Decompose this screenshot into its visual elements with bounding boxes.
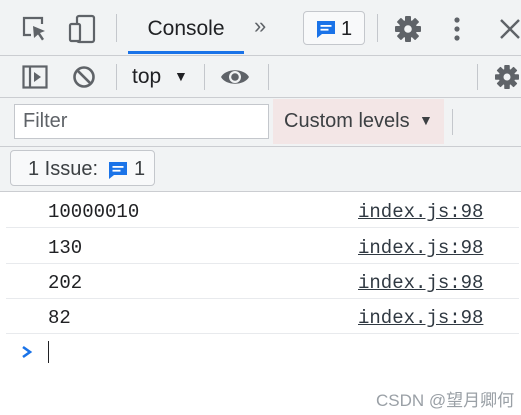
text-cursor: [48, 341, 49, 363]
chevron-down-icon: ▼: [419, 112, 433, 128]
inspect-element-icon[interactable]: [22, 16, 48, 42]
console-message-row: 82 index.js:98: [6, 299, 519, 334]
console-settings-gear-icon[interactable]: [495, 65, 519, 89]
console-message-row: 130 index.js:98: [6, 229, 519, 264]
message-icon: [317, 21, 335, 38]
tab-console[interactable]: Console: [128, 6, 244, 52]
chevron-right-icon: [22, 345, 33, 359]
divider: [204, 64, 205, 90]
sidebar-toggle-icon[interactable]: [22, 65, 48, 89]
console-message-row: 10000010 index.js:98: [6, 193, 519, 228]
source-link[interactable]: index.js:98: [358, 201, 483, 223]
eye-icon[interactable]: [220, 67, 250, 87]
filter-bar: Custom levels ▼: [0, 98, 521, 147]
more-tabs-button[interactable]: »: [254, 13, 266, 39]
issues-bar: 1 Issue: 1: [0, 147, 521, 192]
messages-count: 1: [341, 18, 353, 40]
console-message-row: 202 index.js:98: [6, 264, 519, 299]
context-selector[interactable]: top: [132, 65, 161, 89]
source-link[interactable]: index.js:98: [358, 307, 483, 329]
divider: [116, 64, 117, 90]
source-link[interactable]: index.js:98: [358, 272, 483, 294]
device-toggle-icon[interactable]: [68, 14, 96, 44]
issues-button[interactable]: 1 Issue: 1: [10, 150, 155, 186]
issues-label: 1 Issue:: [28, 158, 99, 180]
source-link[interactable]: index.js:98: [358, 237, 483, 259]
kebab-menu-icon[interactable]: [447, 16, 467, 42]
console-message-text: 10000010: [48, 201, 140, 223]
divider: [116, 14, 117, 42]
divider: [268, 64, 269, 90]
chevron-down-icon[interactable]: ▼: [174, 68, 188, 84]
message-icon: [109, 162, 127, 179]
gear-icon[interactable]: [395, 16, 421, 42]
console-message-text: 82: [48, 307, 71, 329]
log-levels-dropdown[interactable]: Custom levels ▼: [273, 99, 444, 144]
close-icon[interactable]: [499, 19, 521, 39]
issues-count: 1: [134, 158, 146, 180]
filter-input[interactable]: [14, 104, 269, 139]
console-toolbar: top ▼: [0, 56, 521, 98]
divider: [452, 109, 453, 135]
messages-badge-button[interactable]: 1: [303, 11, 365, 45]
console-message-text: 202: [48, 272, 83, 294]
watermark: CSDN @望月卿何: [376, 391, 515, 410]
divider: [377, 14, 378, 42]
divider: [477, 64, 478, 90]
devtools-tabbar: Console » 1: [0, 0, 521, 56]
log-levels-label: Custom levels: [284, 110, 410, 132]
console-prompt[interactable]: [6, 334, 519, 374]
console-message-text: 130: [48, 237, 83, 259]
active-tab-indicator: [128, 51, 244, 54]
clear-console-icon[interactable]: [72, 65, 96, 89]
